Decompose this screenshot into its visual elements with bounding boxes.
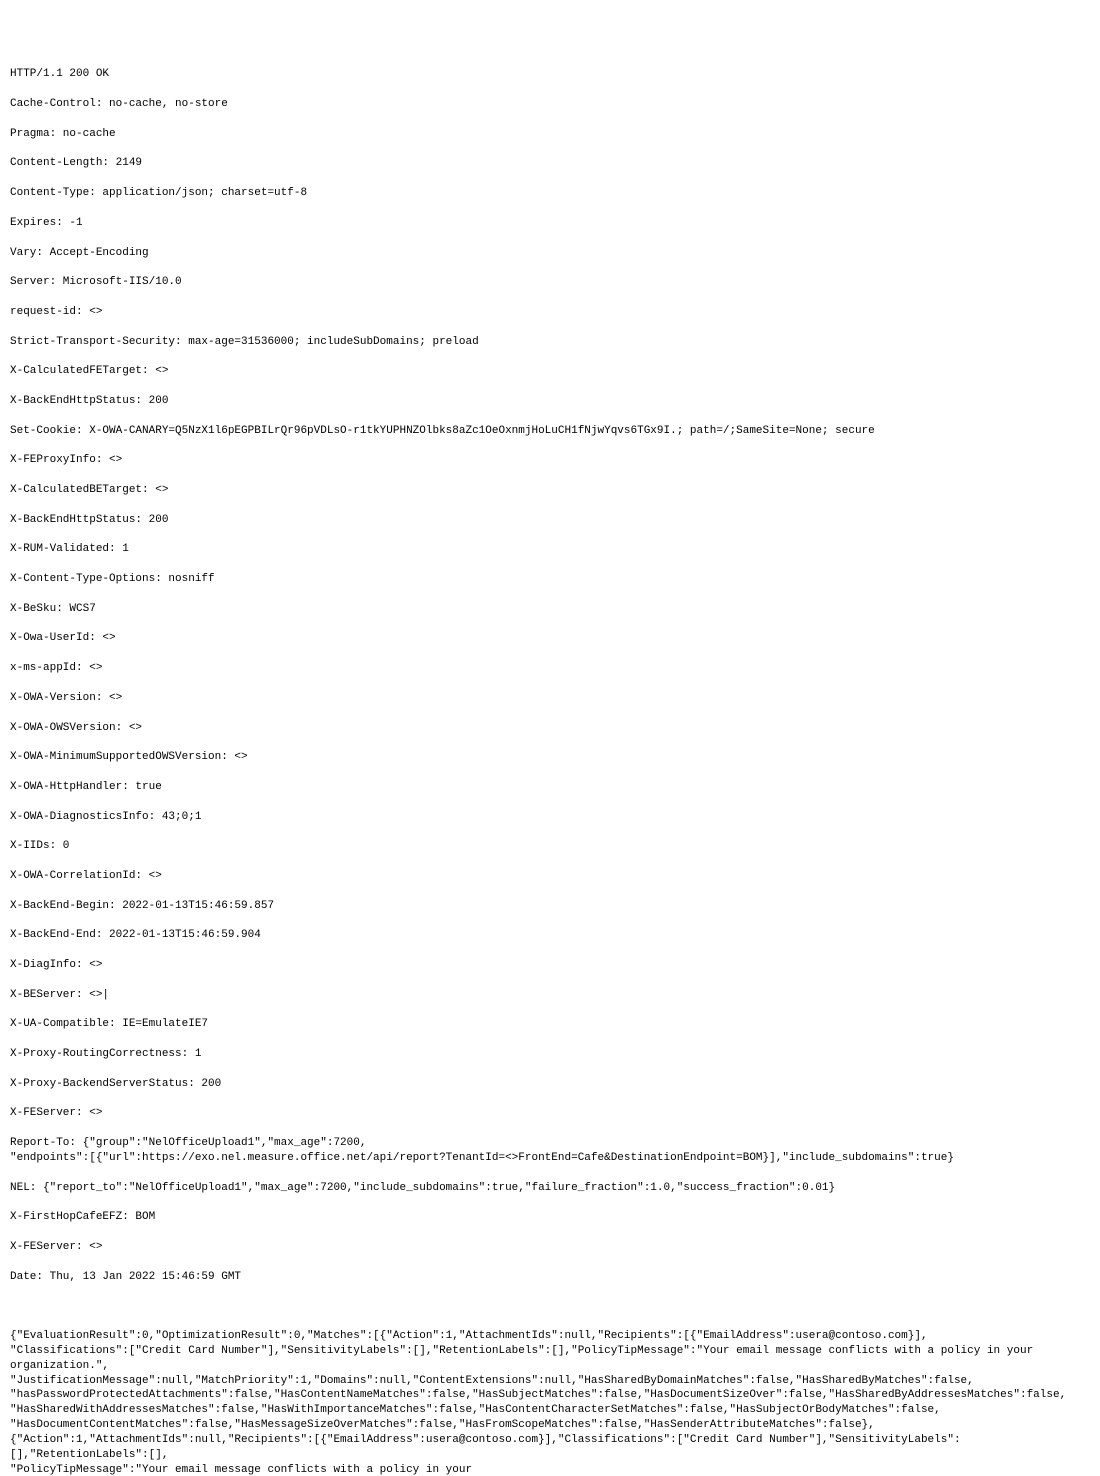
header-x-iids: X-IIDs: 0	[10, 839, 1090, 854]
header-pragma: Pragma: no-cache	[10, 127, 1090, 142]
header-vary: Vary: Accept-Encoding	[10, 246, 1090, 261]
header-x-ms-appid: x-ms-appId: <>	[10, 661, 1090, 676]
header-x-owa-minimumsupportedowsversion: X-OWA-MinimumSupportedOWSVersion: <>	[10, 750, 1090, 765]
header-x-owa-owsversion: X-OWA-OWSVersion: <>	[10, 721, 1090, 736]
http-status-line: HTTP/1.1 200 OK	[10, 67, 1090, 82]
header-x-beserver: X-BEServer: <>|	[10, 988, 1090, 1003]
header-set-cookie: Set-Cookie: X-OWA-CANARY=Q5NzX1l6pEGPBIL…	[10, 424, 1090, 439]
header-date: Date: Thu, 13 Jan 2022 15:46:59 GMT	[10, 1270, 1090, 1285]
header-report-to: Report-To: {"group":"NelOfficeUpload1","…	[10, 1136, 1090, 1166]
header-x-owa-correlationid: X-OWA-CorrelationId: <>	[10, 869, 1090, 884]
header-strict-transport-security: Strict-Transport-Security: max-age=31536…	[10, 335, 1090, 350]
header-x-calculatedfetarget: X-CalculatedFETarget: <>	[10, 364, 1090, 379]
header-x-firsthopcafeefz: X-FirstHopCafeEFZ: BOM	[10, 1210, 1090, 1225]
header-x-feserver-2: X-FEServer: <>	[10, 1240, 1090, 1255]
header-nel: NEL: {"report_to":"NelOfficeUpload1","ma…	[10, 1181, 1090, 1196]
header-content-type: Content-Type: application/json; charset=…	[10, 186, 1090, 201]
response-body: {"EvaluationResult":0,"OptimizationResul…	[10, 1330, 1086, 1476]
header-x-feserver-1: X-FEServer: <>	[10, 1106, 1090, 1121]
header-x-feproxyinfo: X-FEProxyInfo: <>	[10, 453, 1090, 468]
header-x-owa-diagnosticsinfo: X-OWA-DiagnosticsInfo: 43;0;1	[10, 810, 1090, 825]
header-x-diaginfo: X-DiagInfo: <>	[10, 958, 1090, 973]
header-x-backend-end: X-BackEnd-End: 2022-01-13T15:46:59.904	[10, 928, 1090, 943]
header-x-proxy-routingcorrectness: X-Proxy-RoutingCorrectness: 1	[10, 1047, 1090, 1062]
header-x-rum-validated: X-RUM-Validated: 1	[10, 542, 1090, 557]
header-x-owa-httphandler: X-OWA-HttpHandler: true	[10, 780, 1090, 795]
header-x-owa-userid: X-Owa-UserId: <>	[10, 631, 1090, 646]
header-request-id: request-id: <>	[10, 305, 1090, 320]
header-x-content-type-options: X-Content-Type-Options: nosniff	[10, 572, 1090, 587]
header-server: Server: Microsoft-IIS/10.0	[10, 275, 1090, 290]
header-x-backend-begin: X-BackEnd-Begin: 2022-01-13T15:46:59.857	[10, 899, 1090, 914]
header-expires: Expires: -1	[10, 216, 1090, 231]
header-x-calculatedbetarget: X-CalculatedBETarget: <>	[10, 483, 1090, 498]
header-x-ua-compatible: X-UA-Compatible: IE=EmulateIE7	[10, 1017, 1090, 1032]
header-x-owa-version: X-OWA-Version: <>	[10, 691, 1090, 706]
header-content-length: Content-Length: 2149	[10, 156, 1090, 171]
response-body-prehighlight: {"EvaluationResult":0,"OptimizationResul…	[10, 1330, 1086, 1476]
header-x-besku: X-BeSku: WCS7	[10, 602, 1090, 617]
header-x-proxy-backendserverstatus: X-Proxy-BackendServerStatus: 200	[10, 1077, 1090, 1092]
header-x-backendhttpstatus-1: X-BackEndHttpStatus: 200	[10, 394, 1090, 409]
header-cache-control: Cache-Control: no-cache, no-store	[10, 97, 1090, 112]
header-x-backendhttpstatus-2: X-BackEndHttpStatus: 200	[10, 513, 1090, 528]
